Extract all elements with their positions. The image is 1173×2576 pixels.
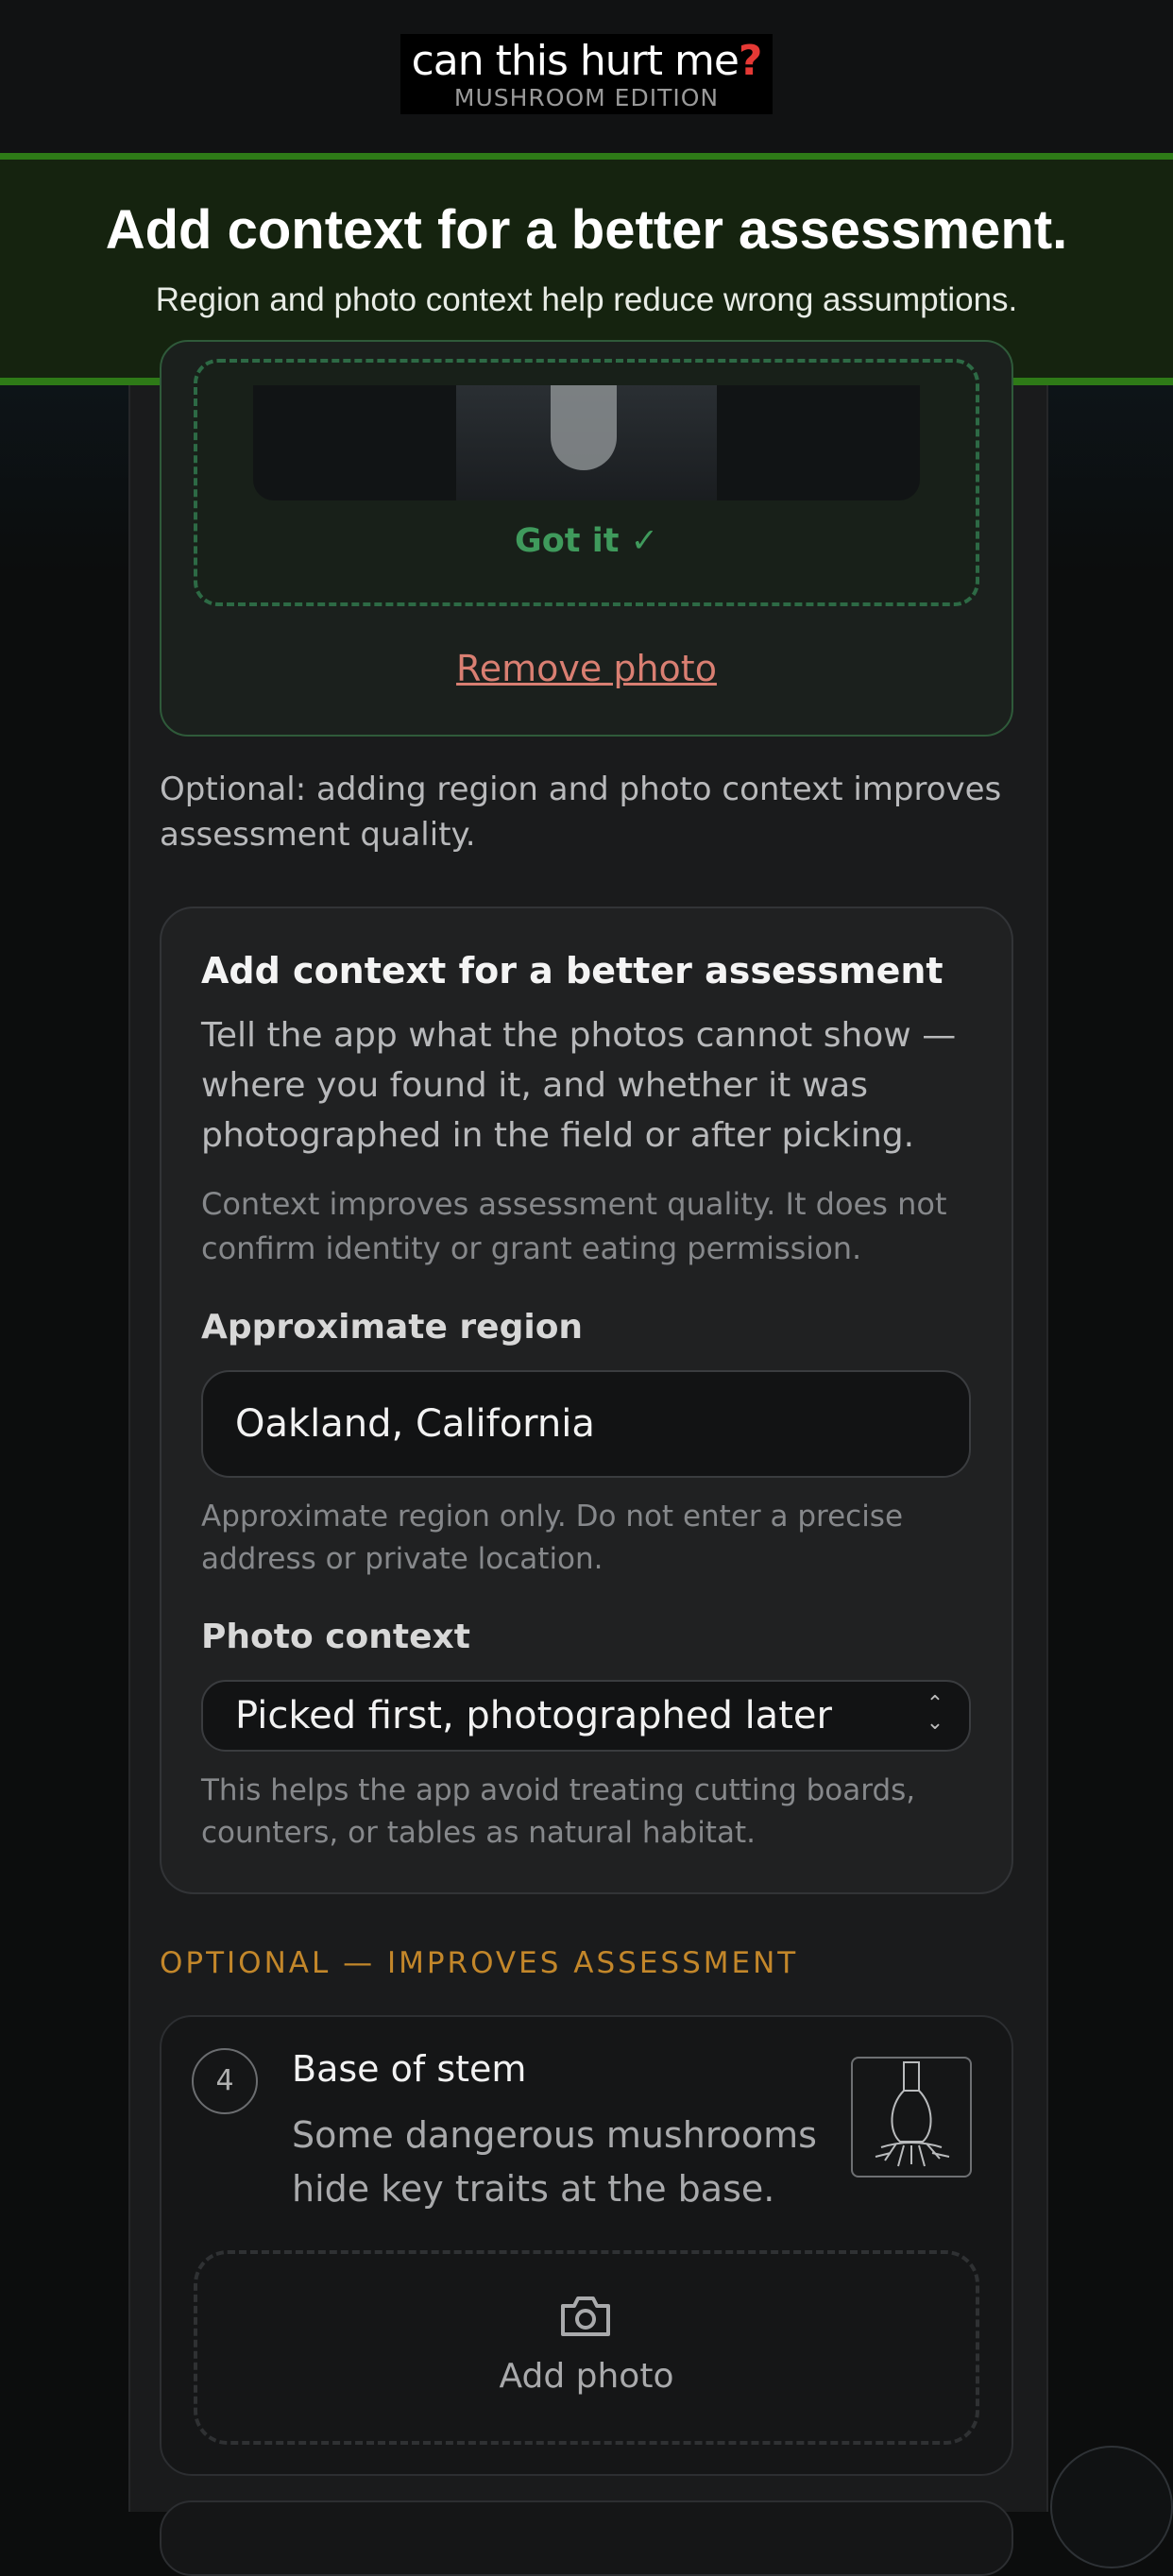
step-title: Base of stem bbox=[292, 2048, 527, 2090]
region-input[interactable]: Oakland, California bbox=[201, 1370, 971, 1478]
logo-subtitle: MUSHROOM EDITION bbox=[453, 84, 720, 111]
step-description: Some dangerous mushrooms hide key traits… bbox=[292, 2114, 817, 2210]
photo-context-select[interactable]: Picked first, photographed later ⌃ ⌄ bbox=[201, 1680, 971, 1752]
context-card-title: Add context for a better assessment bbox=[201, 950, 944, 991]
banner-subtitle: Region and photo context help reduce wro… bbox=[155, 281, 1018, 318]
context-card-note: Context improves assessment quality. It … bbox=[201, 1186, 947, 1266]
stem-base-illustration-icon bbox=[851, 2057, 972, 2178]
app-logo[interactable]: can this hurt me? MUSHROOM EDITION bbox=[400, 34, 773, 114]
region-label: Approximate region bbox=[201, 1308, 584, 1347]
logo-question-mark: ? bbox=[738, 37, 763, 85]
upload-status: Got it ✓ bbox=[515, 522, 658, 560]
remove-photo-link[interactable]: Remove photo bbox=[194, 648, 979, 689]
logo-title: can this hurt me? bbox=[411, 37, 763, 85]
photo-thumbnail bbox=[456, 385, 717, 500]
add-photo-dropzone[interactable] bbox=[194, 2250, 979, 2445]
region-help-text: Approximate region only. Do not enter a … bbox=[201, 1500, 904, 1576]
select-arrows-icon: ⌃ ⌄ bbox=[926, 1692, 944, 1735]
optional-section-heading: OPTIONAL — IMPROVES ASSESSMENT bbox=[160, 1946, 799, 1980]
photo-context-help-text: This helps the app avoid treating cuttin… bbox=[201, 1773, 916, 1850]
top-bar: can this hurt me? MUSHROOM EDITION bbox=[0, 0, 1173, 153]
step-number-badge: 4 bbox=[192, 2048, 258, 2114]
context-card-description: Tell the app what the photos cannot show… bbox=[201, 1016, 957, 1155]
photo-context-selected-value: Picked first, photographed later bbox=[235, 1694, 832, 1737]
optional-context-note: Optional: adding region and photo contex… bbox=[160, 771, 1002, 854]
floating-action-button[interactable] bbox=[1050, 2446, 1173, 2568]
banner-title: Add context for a better assessment. bbox=[105, 199, 1068, 261]
next-step-card bbox=[160, 2500, 1013, 2576]
photo-context-label: Photo context bbox=[201, 1618, 470, 1656]
add-photo-label[interactable]: Add photo bbox=[194, 2357, 979, 2396]
camera-icon bbox=[557, 2293, 614, 2340]
mushroom-image bbox=[551, 385, 617, 470]
